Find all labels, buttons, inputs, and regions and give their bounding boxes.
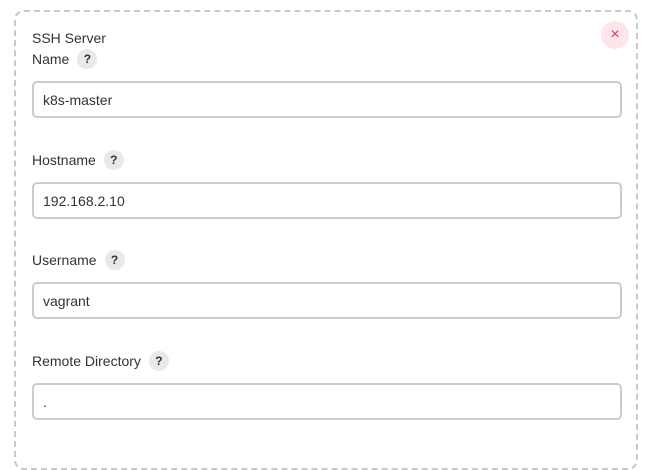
username-help-icon[interactable]: ? <box>104 250 125 270</box>
hostname-help-icon[interactable]: ? <box>103 150 124 170</box>
username-label: Username <box>32 252 97 268</box>
remote-directory-input[interactable] <box>32 383 622 420</box>
hostname-label-row: Hostname ? <box>32 149 124 171</box>
name-label: Name <box>32 51 70 67</box>
username-input[interactable] <box>32 282 622 319</box>
username-label-row: Username ? <box>32 249 125 271</box>
close-icon[interactable]: × <box>601 21 629 49</box>
hostname-input[interactable] <box>32 182 622 219</box>
section-title: SSH Server <box>32 30 106 46</box>
name-label-row: Name ? <box>32 48 98 70</box>
remote-directory-label-row: Remote Directory ? <box>32 350 169 372</box>
name-input[interactable] <box>32 81 622 118</box>
name-help-icon[interactable]: ? <box>77 49 98 69</box>
remote-directory-help-icon[interactable]: ? <box>148 351 169 371</box>
hostname-label: Hostname <box>32 152 96 168</box>
remote-directory-label: Remote Directory <box>32 353 141 369</box>
